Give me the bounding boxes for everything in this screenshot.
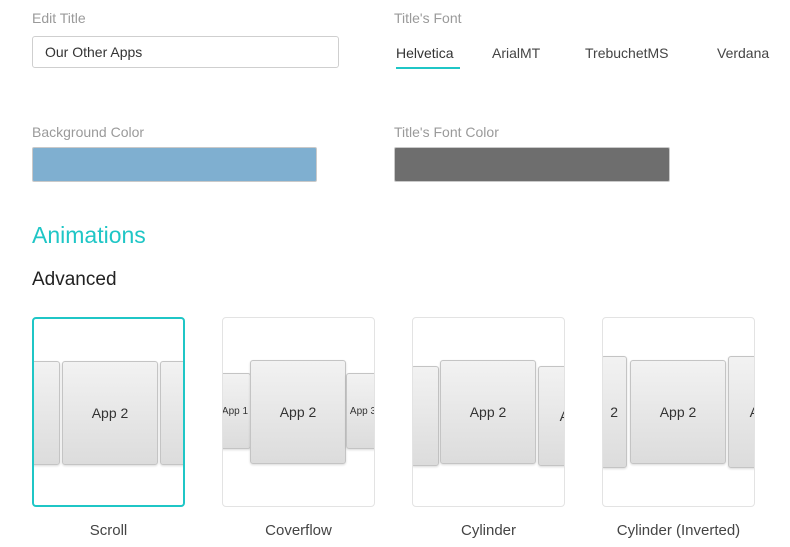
- preview-tile-center: App 2: [250, 360, 346, 464]
- animation-label-coverflow: Coverflow: [265, 522, 332, 539]
- font-tab-helvetica[interactable]: Helvetica: [396, 45, 454, 61]
- font-tab-active-indicator: [396, 67, 460, 69]
- title-font-color-label: Title's Font Color: [394, 124, 499, 140]
- preview-tile-right: App 3: [346, 373, 374, 449]
- animation-label-cylinder: Cylinder: [460, 522, 517, 539]
- animation-label-scroll: Scroll: [89, 522, 128, 539]
- background-color-swatch[interactable]: [32, 147, 317, 182]
- preview-tile-left: [413, 366, 439, 466]
- animation-label-cylinder-inverted: Cylinder (Inverted): [616, 522, 741, 539]
- edit-title-input[interactable]: [32, 36, 339, 68]
- font-tab-trebuchetms[interactable]: TrebuchetMS: [585, 45, 669, 61]
- advanced-subheading: Advanced: [32, 269, 117, 290]
- animations-heading: Animations: [32, 222, 146, 248]
- preview-tile-center: App 2: [62, 361, 158, 465]
- title-font-color-swatch[interactable]: [394, 147, 670, 182]
- preview-tile-right: [160, 361, 183, 465]
- preview-tile-center: App 2: [440, 360, 536, 464]
- animation-option-cylinder-inverted[interactable]: 2 App 2 A: [602, 317, 755, 507]
- preview-tile-left: App 1: [223, 373, 251, 449]
- preview-tile-right: A: [728, 356, 754, 468]
- preview-tile-left: [34, 361, 60, 465]
- title-font-label: Title's Font: [394, 10, 462, 26]
- animation-option-cylinder[interactable]: App 2 A: [412, 317, 565, 507]
- animation-option-coverflow[interactable]: App 1 App 2 App 3: [222, 317, 375, 507]
- background-color-label: Background Color: [32, 124, 145, 140]
- edit-title-label: Edit Title: [32, 10, 86, 26]
- font-tab-verdana[interactable]: Verdana: [717, 45, 769, 61]
- preview-tile-left: 2: [603, 356, 627, 468]
- animation-option-scroll[interactable]: App 2: [32, 317, 185, 507]
- font-tab-arialmt[interactable]: ArialMT: [492, 45, 540, 61]
- preview-tile-center: App 2: [630, 360, 726, 464]
- preview-tile-right: A: [538, 366, 564, 466]
